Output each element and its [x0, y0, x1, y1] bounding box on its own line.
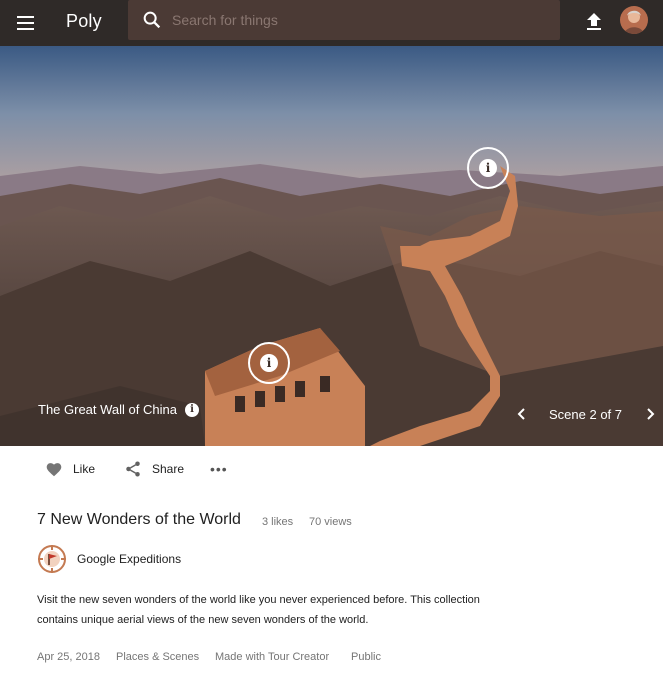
author-name[interactable]: Google Expeditions [77, 552, 181, 566]
search-bar [128, 0, 560, 40]
menu-icon[interactable] [14, 11, 38, 35]
info-hotspot-top[interactable]: i [467, 147, 509, 189]
like-label: Like [73, 462, 96, 476]
info-icon: i [260, 354, 278, 372]
made-with-label[interactable]: Made with Tour Creator [215, 651, 329, 663]
category-link[interactable]: Places & Scenes [116, 651, 199, 663]
publish-date: Apr 25, 2018 [37, 651, 100, 663]
scene-counter: Scene 2 of 7 [549, 407, 622, 422]
heart-icon [46, 463, 62, 477]
more-options-button[interactable]: ••• [210, 458, 228, 480]
info-icon: i [479, 159, 497, 177]
search-input[interactable] [172, 0, 552, 40]
description-line: Visit the new seven wonders of the world… [37, 594, 480, 606]
views-count: 70 views [309, 516, 352, 528]
chevron-left-icon[interactable] [514, 406, 530, 422]
description-line: contains unique aerial views of the new … [37, 614, 369, 626]
top-app-bar: Poly [0, 0, 663, 46]
avatar[interactable] [620, 6, 648, 34]
expeditions-logo-icon[interactable] [37, 544, 67, 574]
search-icon[interactable] [141, 9, 163, 31]
info-hotspot-bottom[interactable]: i [248, 342, 290, 384]
share-label: Share [152, 462, 185, 476]
visibility-label: Public [351, 651, 381, 663]
action-bar: Like Share ••• [0, 446, 663, 494]
great-wall-panorama-image [0, 46, 663, 446]
scene-info-icon[interactable]: i [185, 403, 199, 417]
scene-title: The Great Wall of China [38, 402, 177, 417]
likes-count: 3 likes [262, 516, 294, 528]
app-logo[interactable]: Poly [66, 11, 102, 32]
share-button[interactable]: Share [124, 458, 184, 480]
scene-viewer[interactable]: i i The Great Wall of China i Scene 2 of… [0, 46, 663, 446]
like-button[interactable]: Like [45, 458, 95, 480]
upload-icon[interactable] [582, 10, 606, 34]
collection-title: 7 New Wonders of the World [37, 511, 241, 528]
collection-description: Visit the new seven wonders of the world… [37, 590, 537, 630]
share-icon [126, 461, 140, 477]
chevron-right-icon[interactable] [642, 406, 658, 422]
